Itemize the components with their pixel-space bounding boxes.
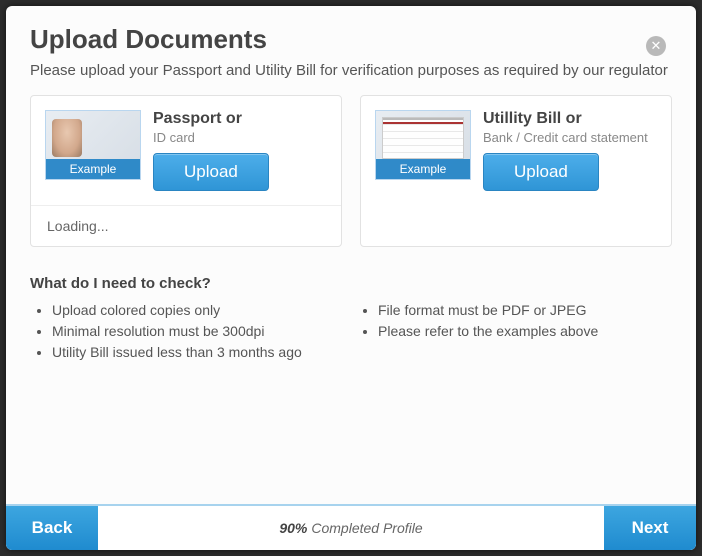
progress-label: Completed Profile <box>311 520 422 536</box>
upload-cards: Example Passport or ID card Upload Loadi… <box>30 95 672 247</box>
passport-card-sub: ID card <box>153 130 269 145</box>
bill-card: Example Utillity Bill or Bank / Credit c… <box>360 95 672 247</box>
passport-card-title: Passport or <box>153 110 269 128</box>
checklist-heading: What do I need to check? <box>30 275 672 292</box>
close-button[interactable]: ✕ <box>646 36 666 56</box>
progress-indicator: 90% Completed Profile <box>98 506 604 550</box>
progress-percent: 90% <box>279 520 307 536</box>
check-item: Minimal resolution must be 300dpi <box>52 321 346 342</box>
check-item: Upload colored copies only <box>52 300 346 321</box>
bill-example-image[interactable]: Example <box>375 110 471 180</box>
page-title: Upload Documents <box>30 24 672 55</box>
bill-card-body: Example Utillity Bill or Bank / Credit c… <box>361 96 671 205</box>
example-label: Example <box>376 159 470 179</box>
example-label: Example <box>46 159 140 179</box>
bill-card-title: Utillity Bill or <box>483 110 648 128</box>
modal-footer: Back 90% Completed Profile Next <box>6 504 696 550</box>
modal-content: Upload Documents Please upload your Pass… <box>6 6 696 504</box>
back-button[interactable]: Back <box>6 506 98 550</box>
passport-card-body: Example Passport or ID card Upload <box>31 96 341 205</box>
checklist-left: Upload colored copies only Minimal resol… <box>30 300 346 363</box>
upload-documents-modal: ✕ Upload Documents Please upload your Pa… <box>6 6 696 550</box>
passport-status: Loading... <box>31 205 341 246</box>
bill-upload-button[interactable]: Upload <box>483 153 599 191</box>
page-subtitle: Please upload your Passport and Utility … <box>30 61 672 81</box>
check-item: File format must be PDF or JPEG <box>378 300 672 321</box>
check-item: Please refer to the examples above <box>378 321 672 342</box>
passport-example-image[interactable]: Example <box>45 110 141 180</box>
passport-card-right: Passport or ID card Upload <box>153 110 269 191</box>
passport-upload-button[interactable]: Upload <box>153 153 269 191</box>
checklist-right: File format must be PDF or JPEG Please r… <box>356 300 672 363</box>
next-button[interactable]: Next <box>604 506 696 550</box>
bill-card-sub: Bank / Credit card statement <box>483 130 648 145</box>
check-item: Utility Bill issued less than 3 months a… <box>52 342 346 363</box>
passport-card: Example Passport or ID card Upload Loadi… <box>30 95 342 247</box>
bill-card-right: Utillity Bill or Bank / Credit card stat… <box>483 110 648 191</box>
checklist: Upload colored copies only Minimal resol… <box>30 300 672 363</box>
